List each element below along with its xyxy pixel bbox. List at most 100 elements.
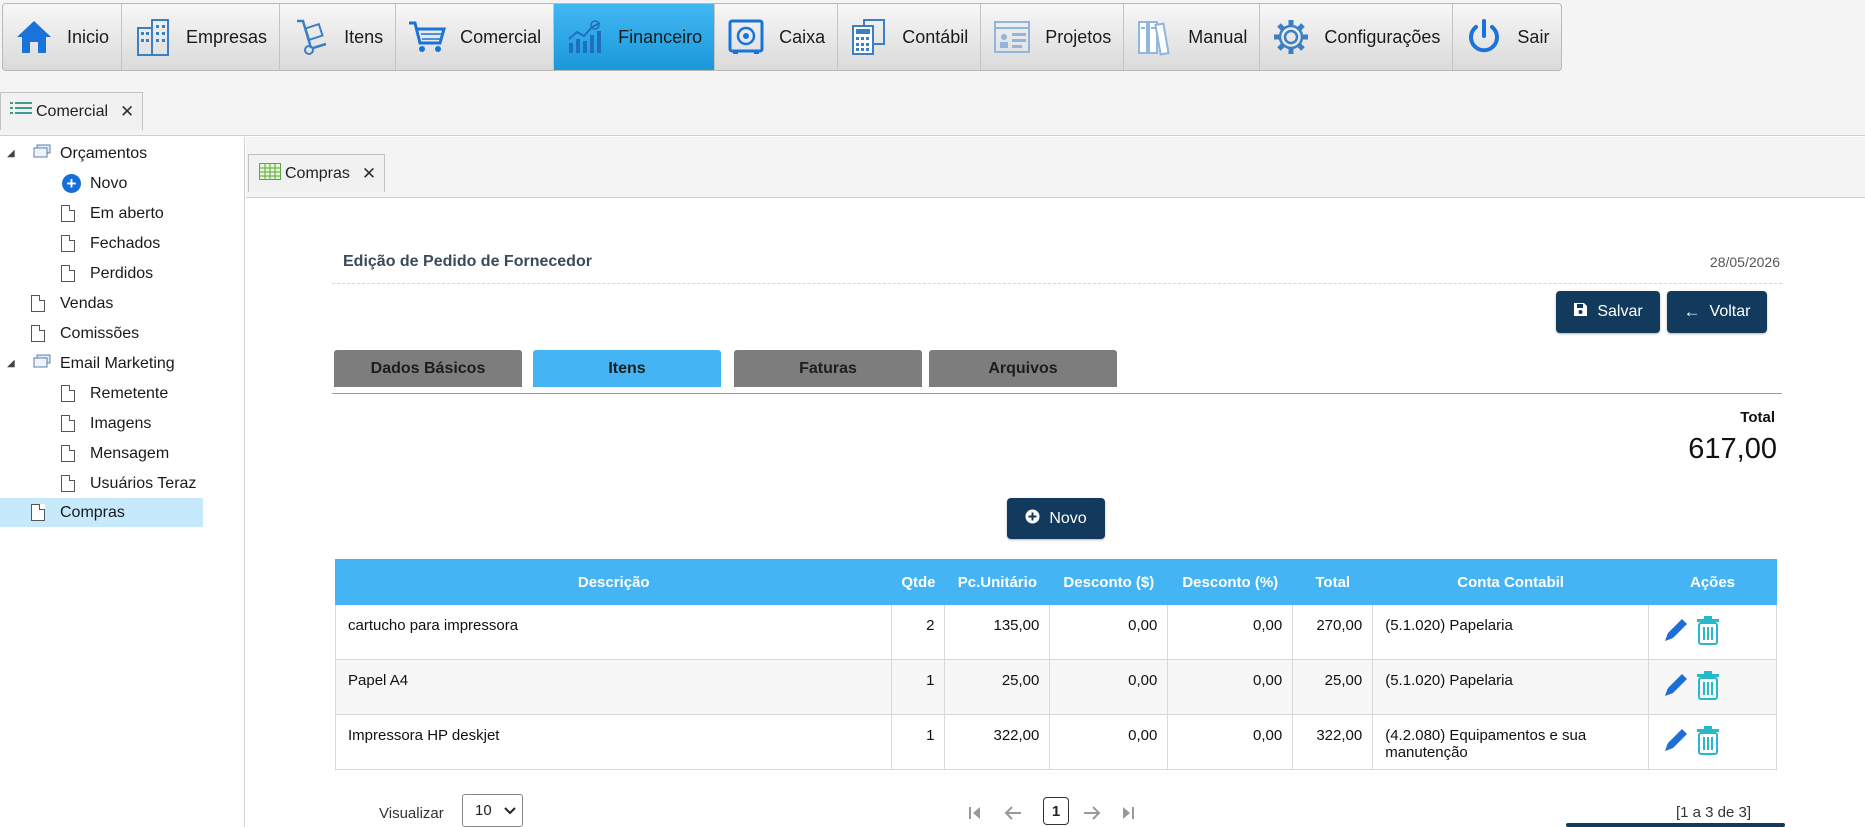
tree-item-usuarios-teraz[interactable]: Usuários Teraz	[0, 469, 205, 498]
cell-desconto-pct: 0,00	[1167, 604, 1294, 660]
document-icon	[61, 265, 75, 282]
tree-label: Email Marketing	[60, 354, 175, 372]
tree-item-comissoes[interactable]: Comissões	[0, 319, 205, 348]
col-header-desconto-valor[interactable]: Desconto ($)	[1049, 559, 1169, 605]
col-header-desconto-pct[interactable]: Desconto (%)	[1167, 559, 1294, 605]
tree-label: Novo	[90, 174, 128, 192]
trash-icon[interactable]	[1695, 725, 1721, 759]
cell-conta-contabil: (5.1.020) Papelaria	[1372, 659, 1650, 715]
col-header-total[interactable]: Total	[1292, 559, 1374, 605]
tree-item-mensagem[interactable]: Mensagem	[0, 439, 205, 468]
tree-item-fechados[interactable]: Fechados	[0, 229, 205, 258]
expand-triangle-icon[interactable]: ◢	[7, 148, 15, 159]
tree-label: Perdidos	[90, 264, 154, 282]
menu-item-manual[interactable]: Manual	[1124, 4, 1261, 70]
top-menu-bar: Inicio Empresas Itens Comercial Financei…	[0, 0, 1865, 74]
new-item-button[interactable]: Novo	[1007, 498, 1105, 539]
tab-itens[interactable]: Itens	[533, 350, 721, 387]
new-item-label: Novo	[1049, 509, 1087, 527]
main-content: Compras ✕ Edição de Pedido de Fornecedor…	[246, 137, 1865, 827]
tree-label: Comissões	[60, 324, 140, 342]
cell-acoes	[1648, 659, 1777, 715]
col-header-qtde[interactable]: Qtde	[891, 559, 946, 605]
tab-arquivos[interactable]: Arquivos	[929, 350, 1117, 387]
prev-page-icon[interactable]	[1004, 805, 1022, 826]
back-button[interactable]: ← Voltar	[1667, 291, 1767, 333]
save-button[interactable]: Salvar	[1556, 291, 1660, 333]
menu-item-sair[interactable]: Sair	[1453, 4, 1561, 70]
pencil-icon[interactable]	[1661, 725, 1691, 759]
tab-faturas[interactable]: Faturas	[734, 350, 922, 387]
tab-comercial[interactable]: Comercial ✕	[0, 92, 144, 130]
tab-dados-basicos[interactable]: Dados Básicos	[334, 350, 522, 387]
trash-icon[interactable]	[1695, 670, 1721, 704]
tab-compras[interactable]: Compras ✕	[248, 154, 386, 192]
table-row: Impressora HP deskjet 1 322,00 0,00 0,00…	[334, 714, 1777, 770]
plus-circle-icon	[1025, 509, 1040, 529]
total-label: Total	[1740, 409, 1775, 426]
menu-item-comercial[interactable]: Comercial	[396, 4, 555, 70]
menu-item-contabil[interactable]: Contábil	[838, 4, 982, 70]
tree-item-email-marketing[interactable]: ◢ Email Marketing	[0, 349, 205, 378]
menu-label: Itens	[344, 26, 384, 47]
tree-label: Mensagem	[90, 444, 170, 462]
cell-pc-unitario: 322,00	[944, 714, 1051, 770]
first-page-icon[interactable]	[968, 805, 982, 826]
menu-item-inicio[interactable]: Inicio	[3, 4, 123, 70]
tree-item-imagens[interactable]: Imagens	[0, 409, 205, 438]
menu-item-caixa[interactable]: Caixa	[715, 4, 839, 70]
menu-label: Sair	[1517, 26, 1550, 47]
menu-item-itens[interactable]: Itens	[280, 4, 397, 70]
shopping-cart-icon	[406, 16, 448, 58]
pencil-icon[interactable]	[1661, 615, 1691, 649]
save-label: Salvar	[1597, 303, 1643, 320]
title-divider	[332, 283, 1782, 284]
document-icon	[31, 325, 45, 342]
document-icon	[61, 235, 75, 252]
tree-item-compras[interactable]: Compras	[0, 498, 203, 527]
plus-circle-icon: +	[62, 174, 81, 193]
cell-descricao: Impressora HP deskjet	[334, 714, 893, 770]
menu-item-configuracoes[interactable]: Configurações	[1260, 4, 1454, 70]
document-icon	[61, 445, 75, 462]
pager-info: [1 a 3 de 3]	[1675, 804, 1751, 821]
tree-item-vendas[interactable]: Vendas	[0, 289, 205, 318]
list-icon	[10, 101, 32, 122]
tree-item-orcamentos[interactable]: ◢ Orçamentos	[0, 139, 205, 168]
main-menu: Inicio Empresas Itens Comercial Financei…	[2, 3, 1563, 71]
tab-label: Compras	[285, 164, 350, 182]
current-page-button[interactable]: 1	[1043, 797, 1069, 825]
tree-item-novo[interactable]: + Novo	[0, 169, 205, 198]
tree-item-remetente[interactable]: Remetente	[0, 379, 205, 408]
last-page-icon[interactable]	[1121, 805, 1135, 826]
close-icon[interactable]: ✕	[120, 102, 134, 122]
document-icon	[61, 205, 75, 222]
folder-icon	[33, 144, 51, 163]
page-size-select[interactable]: 10	[462, 794, 523, 827]
menu-item-empresas[interactable]: Empresas	[122, 4, 281, 70]
cell-descricao: Papel A4	[334, 659, 893, 715]
pencil-icon[interactable]	[1661, 670, 1691, 704]
sidebar-tree: ◢ Orçamentos + Novo Em aberto Fechados P…	[0, 137, 245, 827]
menu-label: Contábil	[902, 26, 969, 47]
menu-item-financeiro[interactable]: Financeiro	[554, 4, 716, 70]
document-icon	[61, 475, 75, 492]
menu-item-projetos[interactable]: Projetos	[981, 4, 1125, 70]
tree-item-perdidos[interactable]: Perdidos	[0, 259, 205, 288]
col-header-descricao[interactable]: Descrição	[334, 559, 893, 605]
cell-acoes	[1648, 604, 1777, 660]
table-header-row: Descrição Qtde Pc.Unitário Desconto ($) …	[334, 559, 1777, 605]
col-header-conta-contabil[interactable]: Conta Contabil	[1372, 559, 1650, 605]
next-page-icon[interactable]	[1083, 805, 1101, 826]
chevron-down-icon	[504, 803, 516, 821]
col-header-pc-unitario[interactable]: Pc.Unitário	[944, 559, 1051, 605]
tab-label: Comercial	[36, 102, 109, 120]
trash-icon[interactable]	[1695, 615, 1721, 649]
total-value: 617,00	[1688, 433, 1777, 465]
close-icon[interactable]: ✕	[362, 164, 376, 184]
tree-label: Orçamentos	[60, 144, 148, 162]
expand-triangle-icon[interactable]: ◢	[7, 358, 15, 369]
tree-item-em-aberto[interactable]: Em aberto	[0, 199, 205, 228]
module-tab-strip: Comercial ✕	[0, 74, 1865, 136]
cell-desconto-pct: 0,00	[1167, 714, 1294, 770]
